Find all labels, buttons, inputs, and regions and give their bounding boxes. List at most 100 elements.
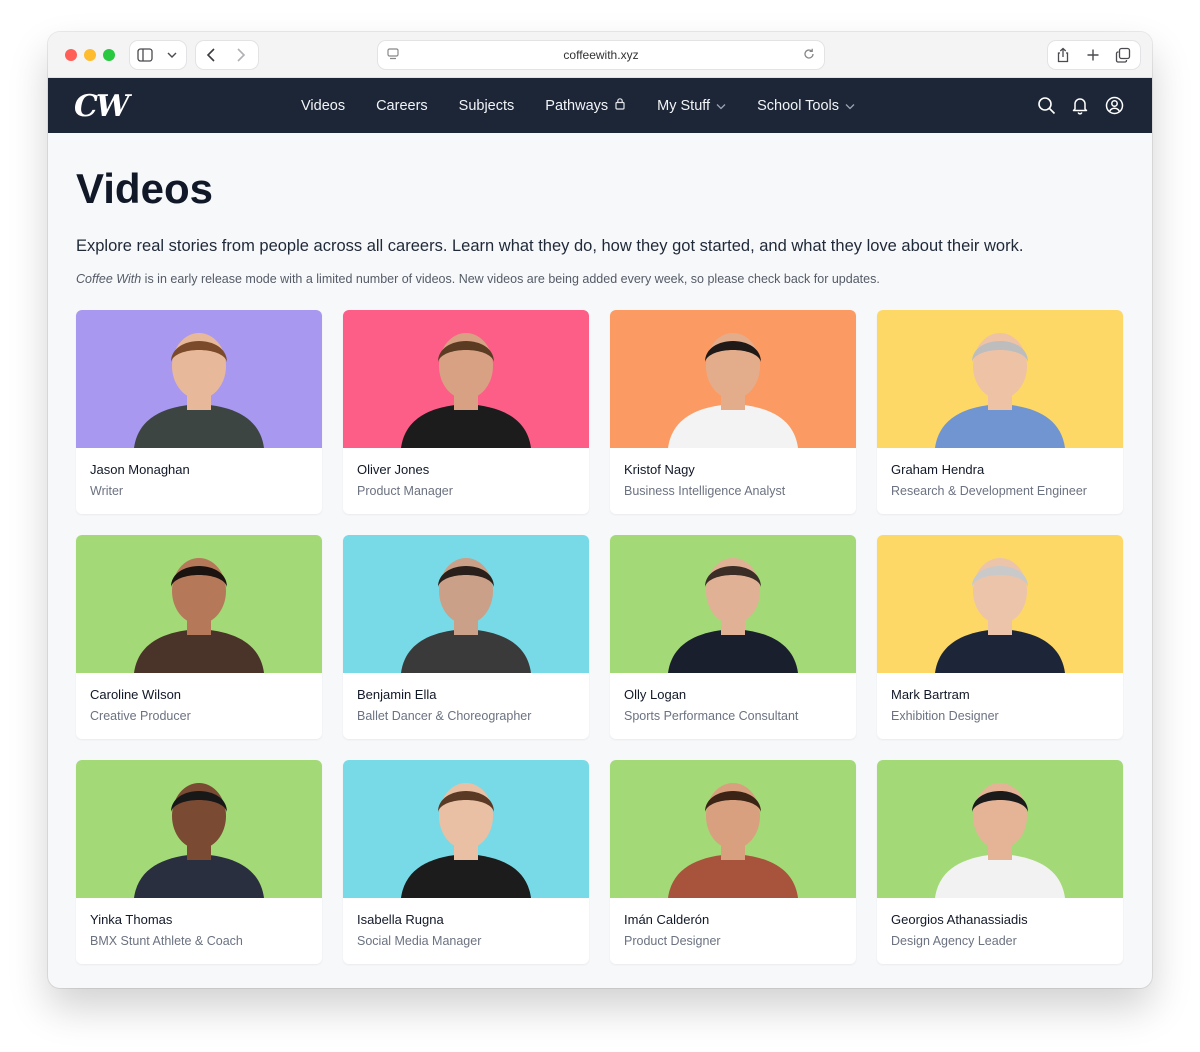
nav-pathways-label: Pathways: [545, 97, 609, 114]
video-card[interactable]: Caroline Wilson Creative Producer: [76, 535, 322, 739]
video-card-info: Oliver Jones Product Manager: [343, 448, 589, 513]
video-thumbnail[interactable]: [76, 535, 322, 673]
video-person-name: Oliver Jones: [357, 462, 430, 477]
video-person-name: Jason Monaghan: [90, 462, 190, 477]
reload-icon[interactable]: [802, 47, 816, 64]
nav-my-stuff[interactable]: My Stuff: [657, 98, 726, 114]
account-icon[interactable]: [1104, 95, 1124, 115]
video-thumbnail[interactable]: [877, 535, 1123, 673]
video-card-info: Imán Calderón Product Designer: [610, 898, 856, 963]
page-menu-icon[interactable]: [386, 47, 400, 64]
video-card[interactable]: Mark Bartram Exhibition Designer: [877, 535, 1123, 739]
minimize-window-button[interactable]: [84, 49, 96, 61]
person-photo: [134, 558, 264, 673]
person-photo: [401, 333, 531, 448]
new-tab-icon[interactable]: [1078, 41, 1108, 69]
video-person-name: Caroline Wilson: [90, 687, 182, 702]
sidebar-toggle-icon[interactable]: [130, 41, 160, 69]
video-card[interactable]: Imán Calderón Product Designer: [610, 760, 856, 964]
video-thumbnail[interactable]: [610, 535, 856, 673]
video-card-info: Mark Bartram Exhibition Designer: [877, 673, 1123, 738]
sidebar-toggle-group: [130, 41, 186, 69]
url-text: coffeewith.xyz: [563, 48, 639, 62]
browser-actions-group: [1048, 41, 1140, 69]
nav-my-stuff-label: My Stuff: [657, 97, 711, 114]
person-photo: [935, 783, 1065, 898]
site-logo[interactable]: CW: [74, 89, 130, 124]
search-icon[interactable]: [1036, 95, 1056, 115]
video-person-role: Ballet Dancer & Choreographer: [357, 709, 532, 723]
release-note: Coffee With is in early release mode wit…: [76, 270, 1124, 288]
video-thumbnail[interactable]: [343, 760, 589, 898]
video-person-name: Kristof Nagy: [624, 462, 695, 477]
forward-arrow-icon[interactable]: [226, 41, 256, 69]
video-card[interactable]: Benjamin Ella Ballet Dancer & Choreograph…: [343, 535, 589, 739]
video-card[interactable]: Olly Logan Sports Performance Consultant: [610, 535, 856, 739]
video-person-name: Benjamin Ella: [357, 687, 437, 702]
video-card[interactable]: Graham Hendra Research & Development Engi…: [877, 310, 1123, 514]
nav-subjects-label: Subjects: [458, 97, 515, 114]
share-icon[interactable]: [1048, 41, 1078, 69]
nav-actions: [1036, 95, 1124, 115]
chevron-down-icon[interactable]: [160, 41, 184, 69]
bell-icon[interactable]: [1070, 95, 1090, 115]
close-window-button[interactable]: [65, 49, 77, 61]
video-person-role: Creative Producer: [90, 709, 191, 723]
brand-name: Coffee With: [76, 272, 142, 286]
person-photo: [668, 333, 798, 448]
video-card[interactable]: Georgios Athanassiadis Design Agency Lead…: [877, 760, 1123, 964]
nav-school-tools-label: School Tools: [757, 97, 840, 114]
video-card[interactable]: Isabella Rugna Social Media Manager: [343, 760, 589, 964]
video-person-name: Mark Bartram: [891, 687, 970, 702]
video-person-role: BMX Stunt Athlete & Coach: [90, 934, 243, 948]
site-navbar: CW Videos Careers Subjects Pathways My S…: [48, 78, 1152, 133]
video-thumbnail[interactable]: [877, 760, 1123, 898]
video-card-info: Yinka Thomas BMX Stunt Athlete & Coach: [76, 898, 322, 963]
video-card-info: Graham Hendra Research & Development Engi…: [877, 448, 1123, 513]
browser-window: coffeewith.xyz CW Videos Careers Subject…: [48, 32, 1152, 988]
video-card[interactable]: Yinka Thomas BMX Stunt Athlete & Coach: [76, 760, 322, 964]
video-card-info: Jason Monaghan Writer: [76, 448, 322, 513]
main-nav: Videos Careers Subjects Pathways My Stuf…: [301, 78, 886, 133]
nav-careers[interactable]: Careers: [376, 98, 428, 114]
tab-overview-icon[interactable]: [1108, 41, 1138, 69]
window-controls: [65, 49, 115, 61]
nav-school-tools[interactable]: School Tools: [757, 98, 855, 114]
person-photo: [134, 783, 264, 898]
lock-icon: [614, 97, 626, 114]
nav-subjects[interactable]: Subjects: [459, 98, 515, 114]
video-person-name: Olly Logan: [624, 687, 687, 702]
video-card[interactable]: Kristof Nagy Business Intelligence Analys…: [610, 310, 856, 514]
video-thumbnail[interactable]: [877, 310, 1123, 448]
video-card[interactable]: Oliver Jones Product Manager: [343, 310, 589, 514]
video-card-info: Isabella Rugna Social Media Manager: [343, 898, 589, 963]
video-card[interactable]: Jason Monaghan Writer: [76, 310, 322, 514]
video-thumbnail[interactable]: [610, 310, 856, 448]
video-person-role: Writer: [90, 484, 124, 498]
nav-videos[interactable]: Videos: [301, 98, 345, 114]
zoom-window-button[interactable]: [103, 49, 115, 61]
nav-videos-label: Videos: [301, 97, 346, 114]
person-photo: [134, 333, 264, 448]
video-thumbnail[interactable]: [76, 760, 322, 898]
video-person-role: Research & Development Engineer: [891, 484, 1087, 498]
video-person-role: Product Designer: [624, 934, 721, 948]
video-thumbnail[interactable]: [343, 310, 589, 448]
person-photo: [668, 783, 798, 898]
video-thumbnail[interactable]: [76, 310, 322, 448]
browser-toolbar: coffeewith.xyz: [48, 32, 1152, 78]
video-person-name: Yinka Thomas: [90, 912, 173, 927]
video-card-info: Benjamin Ella Ballet Dancer & Choreograph…: [343, 673, 589, 738]
video-thumbnail[interactable]: [610, 760, 856, 898]
video-person-role: Design Agency Leader: [891, 934, 1017, 948]
nav-pathways[interactable]: Pathways: [545, 97, 626, 114]
video-card-info: Kristof Nagy Business Intelligence Analys…: [610, 448, 856, 513]
video-person-name: Graham Hendra: [891, 462, 985, 477]
video-thumbnail[interactable]: [343, 535, 589, 673]
address-bar[interactable]: coffeewith.xyz: [378, 41, 824, 69]
back-arrow-icon[interactable]: [196, 41, 226, 69]
video-card-info: Georgios Athanassiadis Design Agency Lead…: [877, 898, 1123, 963]
video-grid: Jason Monaghan Writer Oliver Jones Product …: [76, 310, 1124, 964]
video-person-role: Social Media Manager: [357, 934, 482, 948]
video-person-role: Exhibition Designer: [891, 709, 999, 723]
